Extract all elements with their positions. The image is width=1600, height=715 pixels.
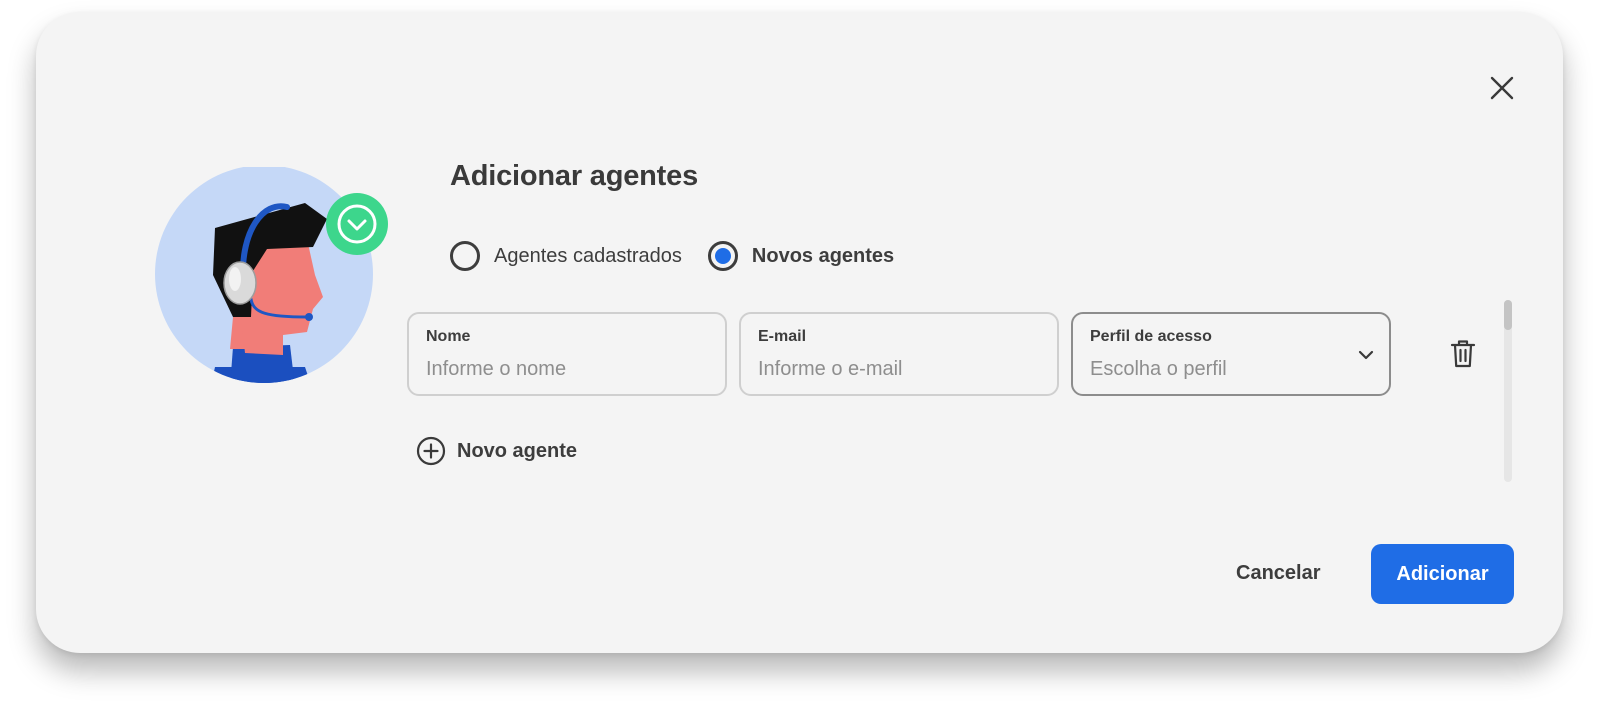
add-agent-label: Novo agente <box>457 439 578 462</box>
scrollbar-thumb[interactable] <box>1504 300 1512 330</box>
radio-registered-agents[interactable]: Agentes cadastrados <box>450 241 682 271</box>
add-agents-dialog: Adicionar agentes Agentes cadastrados No… <box>36 12 1563 653</box>
email-field[interactable]: E-mail Informe o e-mail <box>739 312 1059 396</box>
close-button[interactable] <box>1482 68 1522 108</box>
radio-unchecked-icon <box>450 241 480 271</box>
plus-circle-icon <box>416 436 446 466</box>
dialog-title: Adicionar agentes <box>450 160 698 192</box>
radio-new-agents-label: Novos agentes <box>751 244 895 267</box>
email-field-label: E-mail <box>758 328 807 345</box>
radio-registered-agents-label: Agentes cadastrados <box>494 244 682 267</box>
name-field-label: Nome <box>426 328 471 345</box>
email-field-placeholder: Informe o e-mail <box>758 358 903 380</box>
name-field-placeholder: Informe o nome <box>426 358 567 380</box>
trash-icon <box>1450 340 1476 368</box>
close-icon <box>1490 76 1514 100</box>
access-profile-select[interactable]: Perfil de acesso Escolha o perfil <box>1071 312 1391 396</box>
add-agent-button[interactable]: Novo agente <box>416 436 577 466</box>
check-circle-icon <box>326 193 388 255</box>
access-profile-placeholder: Escolha o perfil <box>1090 358 1227 380</box>
scrollbar-track[interactable] <box>1504 300 1512 482</box>
delete-row-button[interactable] <box>1445 334 1481 374</box>
chevron-down-icon <box>1358 350 1374 360</box>
radio-checked-icon <box>707 241 738 271</box>
agent-mode-radio-group: Agentes cadastrados Novos agentes <box>450 238 920 274</box>
access-profile-label: Perfil de acesso <box>1090 328 1212 345</box>
radio-new-agents[interactable]: Novos agentes <box>707 241 895 271</box>
cancel-button[interactable]: Cancelar <box>1236 562 1321 585</box>
radio-dot <box>714 248 731 264</box>
add-button[interactable]: Adicionar <box>1371 544 1514 604</box>
agent-illustration <box>155 167 388 383</box>
name-field[interactable]: Nome Informe o nome <box>407 312 727 396</box>
